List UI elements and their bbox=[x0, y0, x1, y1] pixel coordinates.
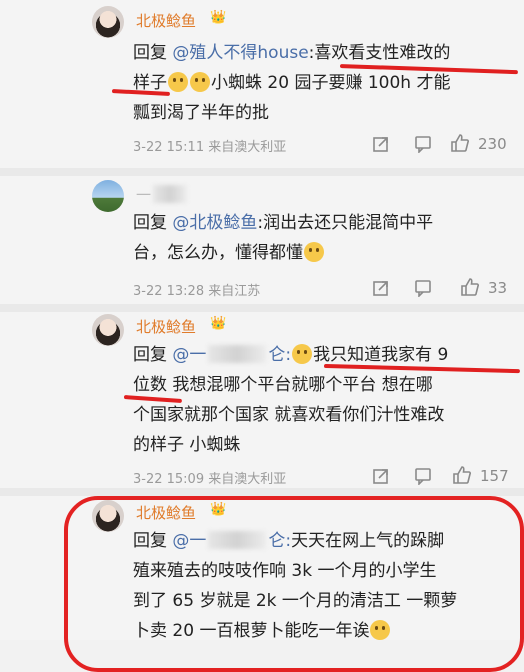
divider bbox=[0, 168, 524, 176]
comment-text-line-3: 瓢到渴了半年的批 bbox=[133, 103, 269, 123]
thumbs-up-icon[interactable] bbox=[450, 133, 470, 153]
mention-link[interactable]: @殖人不得house bbox=[172, 43, 308, 63]
comment-text-line-4: 的样子 小蜘蛛 bbox=[133, 435, 241, 455]
comment-text: 回复 @北极鲶鱼:润出去还只能混简中平 bbox=[133, 213, 434, 233]
crown-badge-icon: 👑 bbox=[210, 316, 227, 331]
share-icon[interactable] bbox=[372, 467, 390, 485]
comment-card-1: 北极鲶鱼 👑 回复 @殖人不得house:喜欢看支性难改的 样子 小蜘蛛 20 园… bbox=[0, 0, 524, 172]
like-count: 33 bbox=[488, 279, 508, 297]
thumbs-up-icon[interactable] bbox=[460, 277, 480, 297]
comment-icon[interactable] bbox=[414, 467, 432, 485]
share-icon[interactable] bbox=[372, 135, 390, 153]
divider bbox=[0, 488, 524, 496]
like-count: 157 bbox=[480, 467, 509, 485]
comment-text: 回复 @殖人不得house:喜欢看支性难改的 bbox=[133, 43, 451, 63]
like-count: 230 bbox=[478, 135, 507, 153]
comment-text-line-2: 台，怎么办，懂得都懂 bbox=[133, 238, 325, 269]
comment-icon[interactable] bbox=[414, 135, 432, 153]
timestamp-location: 3-22 15:11 来自澳大利亚 bbox=[133, 140, 287, 155]
mention-link[interactable]: @北极鲶鱼 bbox=[172, 213, 257, 233]
crown-badge-icon: 👑 bbox=[210, 10, 227, 25]
avatar[interactable] bbox=[92, 180, 124, 212]
timestamp-location: 3-22 15:09 来自澳大利亚 bbox=[133, 472, 287, 487]
grin-emoji-icon bbox=[292, 344, 313, 364]
avatar[interactable] bbox=[92, 6, 124, 38]
username[interactable]: 北极鲶鱼 bbox=[136, 316, 196, 337]
comment-card-3: 北极鲶鱼 👑 回复 @一 仑: 我只知道我家有 9 位数 我想混哪个平台就哪个平台 … bbox=[0, 312, 524, 488]
annotation-circle bbox=[64, 496, 524, 672]
username[interactable]: 一 bbox=[136, 184, 189, 205]
timestamp-location: 3-22 13:28 来自江苏 bbox=[133, 284, 261, 299]
grin-emoji-icon bbox=[304, 242, 324, 262]
comment-text-line-3: 个国家就那个国家 就喜欢看你们汁性难改 bbox=[133, 405, 445, 425]
smile-emoji-icon bbox=[190, 72, 210, 92]
comment-text-line-2: 位数 我想混哪个平台就哪个平台 想在哪 bbox=[133, 375, 433, 395]
smile-emoji-icon bbox=[168, 72, 188, 92]
divider bbox=[0, 304, 524, 312]
comment-icon[interactable] bbox=[414, 279, 432, 297]
share-icon[interactable] bbox=[372, 279, 390, 297]
mention-link[interactable]: @一 仑: bbox=[172, 345, 291, 365]
avatar[interactable] bbox=[92, 314, 124, 346]
username[interactable]: 北极鲶鱼 bbox=[136, 10, 196, 31]
comment-text-line-2: 样子 小蜘蛛 20 园子要赚 100h 才能 bbox=[133, 72, 451, 93]
thumbs-up-icon[interactable] bbox=[452, 465, 472, 485]
comment-card-2: 一 回复 @北极鲶鱼:润出去还只能混简中平 台，怎么办，懂得都懂 3-22 13… bbox=[0, 176, 524, 304]
